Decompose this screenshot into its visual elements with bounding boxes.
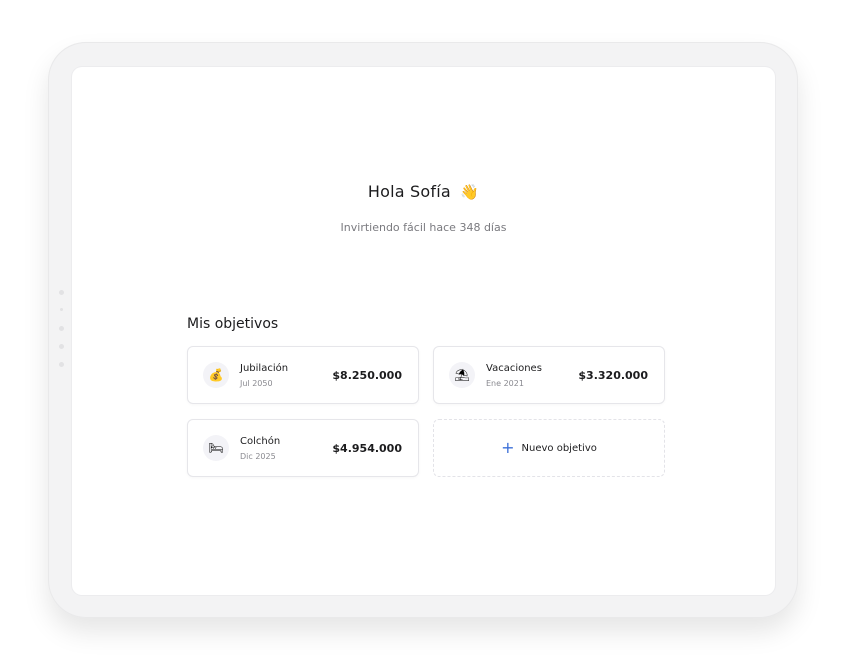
money-bag-icon: 💰: [203, 362, 229, 388]
goal-name: Colchón: [240, 436, 281, 447]
goal-date: Jul 2050: [240, 379, 273, 388]
goal-card-jubilacion[interactable]: 💰 Jubilación Jul 2050 $8.250.000: [187, 346, 419, 404]
new-goal-label: Nuevo objetivo: [521, 442, 597, 454]
goals-section-title: Mis objetivos: [187, 316, 279, 332]
side-sensor-dot: [59, 326, 64, 331]
mockup-stage: Hola Sofía 👋 Invirtiendo fácil hace 348 …: [0, 0, 850, 671]
new-goal-button[interactable]: + Nuevo objetivo: [433, 419, 665, 477]
app-screen: Hola Sofía 👋 Invirtiendo fácil hace 348 …: [72, 67, 775, 595]
goal-name: Jubilación: [240, 363, 289, 374]
beach-umbrella-icon: ⛱: [449, 362, 475, 388]
greeting-heading: Hola Sofía 👋: [72, 182, 775, 201]
goal-date: Dic 2025: [240, 452, 276, 461]
goal-card-colchon[interactable]: 🛏 Colchón Dic 2025 $4.954.000: [187, 419, 419, 477]
goal-amount: $8.250.000: [332, 369, 402, 382]
greeting-text: Hola Sofía: [367, 182, 451, 201]
side-sensor-dot: [59, 290, 64, 295]
goal-amount: $4.954.000: [332, 442, 402, 455]
waving-hand-icon: 👋: [460, 183, 480, 201]
side-sensor-dot: [59, 362, 64, 367]
goal-amount: $3.320.000: [578, 369, 648, 382]
goal-card-vacaciones[interactable]: ⛱ Vacaciones Ene 2021 $3.320.000: [433, 346, 665, 404]
tablet-frame: Hola Sofía 👋 Invirtiendo fácil hace 348 …: [48, 42, 798, 618]
investing-since-text: Invirtiendo fácil hace 348 días: [340, 221, 507, 234]
plus-icon: +: [501, 438, 515, 457]
goal-name: Vacaciones: [486, 363, 542, 374]
bed-icon: 🛏: [203, 435, 229, 461]
side-sensor-dot: [59, 344, 64, 349]
goal-date: Ene 2021: [486, 379, 524, 388]
side-sensor-dot: [60, 308, 63, 311]
